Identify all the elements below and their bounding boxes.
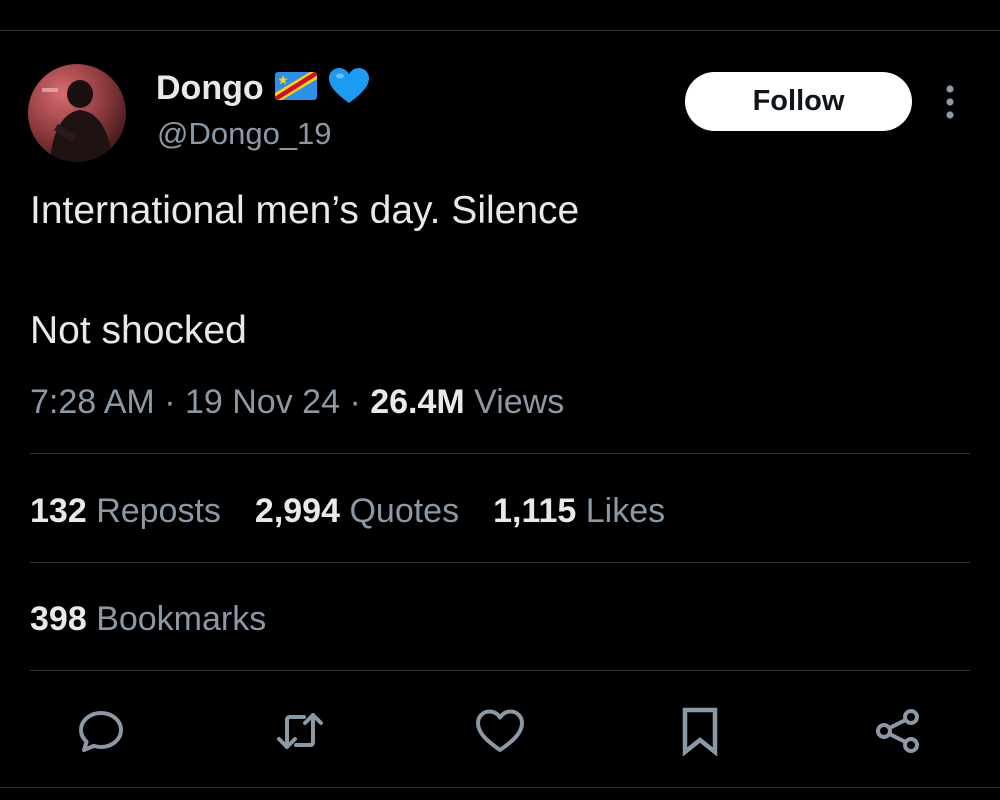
divider bbox=[30, 562, 970, 563]
top-divider bbox=[0, 30, 1000, 31]
meta-separator: · bbox=[164, 383, 176, 421]
likes-stat[interactable]: 1,115 Likes bbox=[493, 489, 665, 533]
reposts-stat[interactable]: 132 Reposts bbox=[30, 489, 221, 533]
repost-button[interactable] bbox=[273, 704, 327, 758]
likes-count: 1,115 bbox=[493, 492, 577, 530]
reposts-label: Reposts bbox=[96, 492, 221, 530]
tweet-meta: 7:28 AM · 19 Nov 24 · 26.4M Views bbox=[30, 380, 564, 424]
bookmarks-count: 398 bbox=[30, 600, 87, 638]
like-icon bbox=[476, 709, 524, 752]
like-button[interactable] bbox=[473, 704, 527, 758]
bottom-divider bbox=[0, 787, 1000, 788]
follow-button[interactable]: Follow bbox=[685, 72, 912, 131]
bookmarks-stat[interactable]: 398 Bookmarks bbox=[30, 597, 266, 641]
tweet-date[interactable]: 19 Nov 24 bbox=[185, 383, 340, 421]
tweet-text-line-2: Not shocked bbox=[30, 309, 247, 352]
share-button[interactable] bbox=[871, 704, 925, 758]
reply-button[interactable] bbox=[74, 704, 128, 758]
views-label: Views bbox=[474, 383, 565, 421]
share-icon bbox=[876, 709, 919, 753]
divider bbox=[30, 670, 970, 671]
bookmark-button[interactable] bbox=[673, 704, 727, 758]
views-count: 26.4M bbox=[370, 383, 465, 421]
meta-separator: · bbox=[349, 383, 361, 421]
divider bbox=[30, 453, 970, 454]
name-row: Dongo bbox=[156, 66, 370, 110]
likes-label: Likes bbox=[585, 492, 666, 530]
dr-congo-flag-icon bbox=[274, 69, 318, 108]
user-handle[interactable]: @Dongo_19 bbox=[157, 114, 332, 154]
tweet-text-line-1: International men’s day. Silence bbox=[30, 189, 580, 232]
quotes-label: Quotes bbox=[349, 492, 460, 530]
engagement-stats: 132 Reposts 2,994 Quotes 1,115 Likes bbox=[30, 489, 665, 533]
bookmarks-label: Bookmarks bbox=[96, 600, 267, 638]
bookmark-icon bbox=[682, 707, 718, 756]
quotes-stat[interactable]: 2,994 Quotes bbox=[255, 489, 459, 533]
quotes-count: 2,994 bbox=[254, 492, 341, 530]
display-name[interactable]: Dongo bbox=[156, 66, 264, 110]
more-vertical-icon[interactable] bbox=[932, 82, 968, 122]
tweet-time[interactable]: 7:28 AM bbox=[30, 383, 155, 421]
reply-icon bbox=[79, 711, 123, 752]
avatar[interactable] bbox=[28, 64, 126, 162]
blue-heart-icon bbox=[328, 67, 370, 110]
repost-icon bbox=[277, 713, 323, 749]
reposts-count: 132 bbox=[30, 492, 87, 530]
